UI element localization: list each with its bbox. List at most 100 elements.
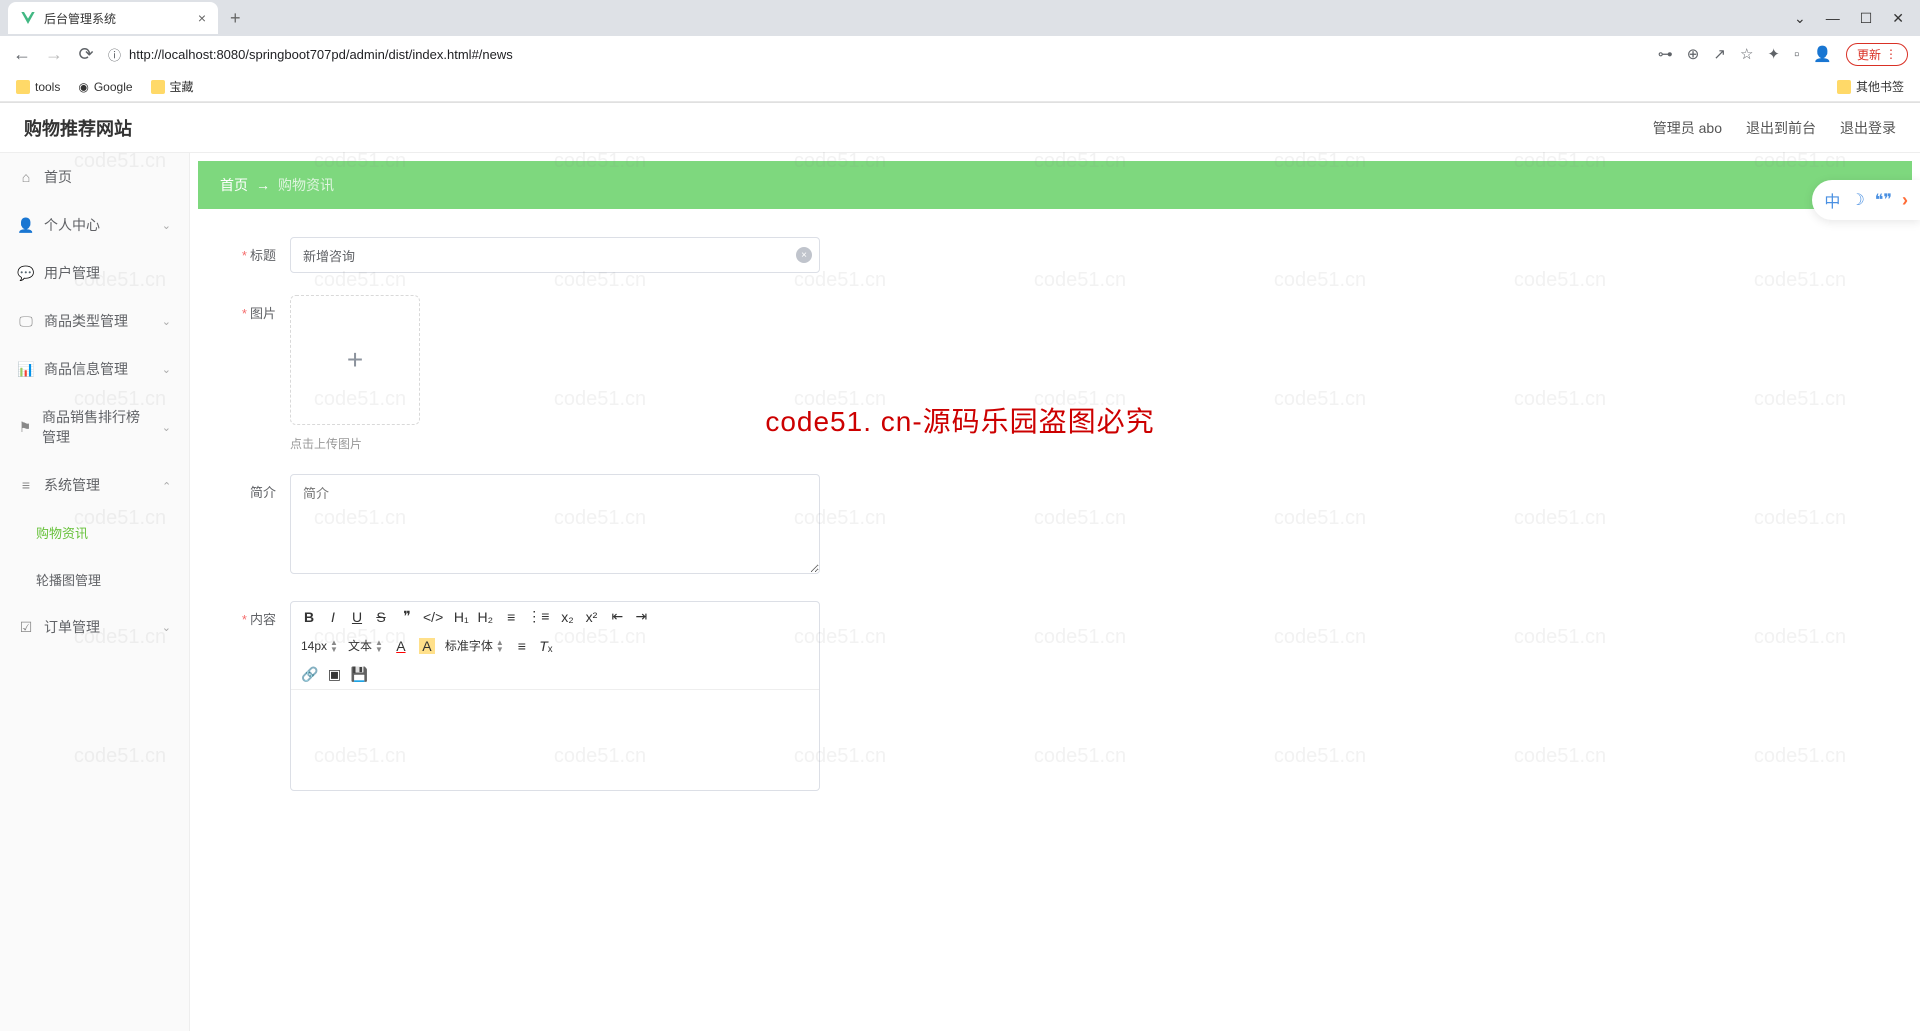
comment-icon: 💬 (18, 265, 34, 281)
moon-icon[interactable]: ☽ (1850, 190, 1864, 210)
bg-color-icon[interactable]: A (419, 638, 435, 654)
logout-link[interactable]: 退出登录 (1840, 118, 1896, 138)
sidebar-item-轮播图管理[interactable]: 轮播图管理 (0, 556, 189, 603)
font-size-select[interactable]: 14px ▲▼ (301, 639, 338, 653)
maximize-icon[interactable]: ☐ (1860, 10, 1873, 27)
close-tab-icon[interactable]: × (198, 10, 206, 26)
close-window-icon[interactable]: ✕ (1892, 10, 1904, 27)
link-icon[interactable]: 🔗 (301, 666, 318, 683)
chevron-down-icon: ⌄ (162, 315, 171, 328)
home-icon: ⌂ (18, 169, 34, 185)
h2-icon[interactable]: H₂ (477, 609, 493, 625)
forward-button[interactable]: → (44, 44, 64, 65)
main-content: 首页 → 购物资讯 标题 × 图片 + (190, 153, 1920, 1031)
subscript-icon[interactable]: x₂ (559, 609, 575, 625)
form: 标题 × 图片 + 点击上传图片 简介 (190, 217, 1920, 833)
menu-label: 商品销售排行榜管理 (42, 407, 152, 447)
indent-right-icon[interactable]: ⇥ (633, 608, 649, 625)
code-icon[interactable]: </> (423, 609, 443, 625)
italic-icon[interactable]: I (325, 609, 341, 625)
menu-label: 轮播图管理 (36, 570, 101, 589)
format-select[interactable]: 文本 ▲▼ (348, 637, 383, 654)
breadcrumb-home[interactable]: 首页 (220, 175, 248, 195)
bookmark-icon[interactable]: ☆ (1740, 45, 1753, 63)
title-input[interactable] (290, 237, 820, 273)
sidebar-item-用户管理[interactable]: 💬用户管理 (0, 249, 189, 297)
strike-icon[interactable]: S (373, 609, 389, 625)
float-toolbar: 中 ☽ ❝❞ › (1812, 180, 1920, 220)
superscript-icon[interactable]: x² (583, 609, 599, 625)
sidebar-item-商品信息管理[interactable]: 📊商品信息管理⌄ (0, 345, 189, 393)
expand-arrow-icon[interactable]: › (1902, 190, 1908, 211)
editor-content[interactable] (291, 690, 819, 790)
label-intro: 简介 (220, 474, 290, 501)
lang-cn-button[interactable]: 中 (1824, 188, 1840, 212)
intro-textarea[interactable] (290, 474, 820, 574)
breadcrumb-sep-icon: → (256, 177, 270, 193)
flag-icon: ⚑ (18, 419, 32, 435)
new-tab-button[interactable]: + (218, 8, 253, 29)
minimize-icon[interactable]: — (1826, 10, 1840, 27)
dropdown-icon[interactable]: ⌄ (1794, 10, 1806, 27)
menu-label: 系统管理 (44, 475, 100, 495)
bookmark-google[interactable]: ◉Google (78, 80, 132, 94)
tab-title: 后台管理系统 (44, 10, 116, 27)
header-actions: 管理员 abo 退出到前台 退出登录 (1653, 118, 1896, 138)
sidebar-item-订单管理[interactable]: ☑订单管理⌄ (0, 603, 189, 651)
image-icon[interactable]: ▣ (326, 666, 342, 683)
browser-tab[interactable]: 后台管理系统 × (8, 2, 218, 34)
share-icon[interactable]: ↗ (1713, 45, 1726, 63)
key-icon[interactable]: ⊶ (1658, 45, 1673, 63)
folder-icon (16, 80, 30, 94)
underline-icon[interactable]: U (349, 609, 365, 625)
extension-icon[interactable]: ✦ (1767, 45, 1780, 63)
row-intro: 简介 (220, 474, 1890, 579)
info-icon: ⓘ (108, 45, 121, 64)
chart-icon: 📊 (18, 361, 34, 377)
clear-input-icon[interactable]: × (796, 247, 812, 263)
sidebar-item-系统管理[interactable]: ≡系统管理⌄ (0, 461, 189, 509)
zoom-icon[interactable]: ⊕ (1687, 45, 1700, 63)
font-color-icon[interactable]: A (393, 638, 409, 654)
sidebar-item-购物资讯[interactable]: 购物资讯 (0, 509, 189, 556)
ordered-list-icon[interactable]: ≡ (503, 609, 519, 625)
rich-editor: B I U S ❞ </> H₁ H₂ (290, 601, 820, 791)
clear-format-icon[interactable]: Tₓ (538, 638, 554, 654)
row-content: 内容 B I U S ❞ </> (220, 601, 1890, 791)
browser-chrome: 后台管理系统 × + ⌄ — ☐ ✕ ← → ⟳ ⓘ http://localh… (0, 0, 1920, 103)
sidebar-item-商品销售排行榜管理[interactable]: ⚑商品销售排行榜管理⌄ (0, 393, 189, 461)
profile-icon[interactable]: 👤 (1813, 45, 1832, 63)
upload-hint: 点击上传图片 (290, 435, 820, 452)
bookmark-tools[interactable]: tools (16, 80, 60, 94)
font-family-select[interactable]: 标准字体 ▲▼ (445, 637, 504, 654)
h1-icon[interactable]: H₁ (453, 609, 469, 625)
bookmarks-bar: tools ◉Google 宝藏 其他书签 (0, 72, 1920, 102)
sidebar-item-首页[interactable]: ⌂首页 (0, 153, 189, 201)
url-text: http://localhost:8080/springboot707pd/ad… (129, 47, 513, 62)
quote-toggle-icon[interactable]: ❝❞ (1875, 190, 1892, 210)
unordered-list-icon[interactable]: ⋮≡ (527, 608, 549, 625)
sidebar-item-商品类型管理[interactable]: 🖵商品类型管理⌄ (0, 297, 189, 345)
bold-icon[interactable]: B (301, 609, 317, 625)
bookmark-treasure[interactable]: 宝藏 (151, 78, 194, 95)
other-bookmarks[interactable]: 其他书签 (1837, 78, 1904, 95)
user-label[interactable]: 管理员 abo (1653, 118, 1722, 138)
quote-icon[interactable]: ❞ (399, 608, 415, 625)
save-icon[interactable]: 💾 (350, 666, 367, 683)
sidebar: ⌂首页👤个人中心⌄💬用户管理🖵商品类型管理⌄📊商品信息管理⌄ ⚑ 商品销售排行榜管理… (0, 153, 190, 1031)
goto-front-link[interactable]: 退出到前台 (1746, 118, 1816, 138)
align-left-icon[interactable]: ≡ (514, 638, 530, 654)
label-image: 图片 (220, 295, 290, 322)
breadcrumb-current: 购物资讯 (278, 175, 334, 195)
url-input[interactable]: ⓘ http://localhost:8080/springboot707pd/… (108, 45, 1646, 64)
back-button[interactable]: ← (12, 44, 32, 65)
image-upload[interactable]: + (290, 295, 420, 425)
indent-left-icon[interactable]: ⇤ (609, 608, 625, 625)
chevron-up-icon: ⌄ (162, 479, 171, 492)
reload-button[interactable]: ⟳ (76, 44, 96, 65)
toolbar-icons: ⊶ ⊕ ↗ ☆ ✦ ▫ 👤 更新⋮ (1658, 43, 1908, 66)
sidebar-item-个人中心[interactable]: 👤个人中心⌄ (0, 201, 189, 249)
update-button[interactable]: 更新⋮ (1846, 43, 1908, 66)
panel-icon[interactable]: ▫ (1794, 46, 1799, 63)
monitor-icon: 🖵 (18, 313, 34, 329)
